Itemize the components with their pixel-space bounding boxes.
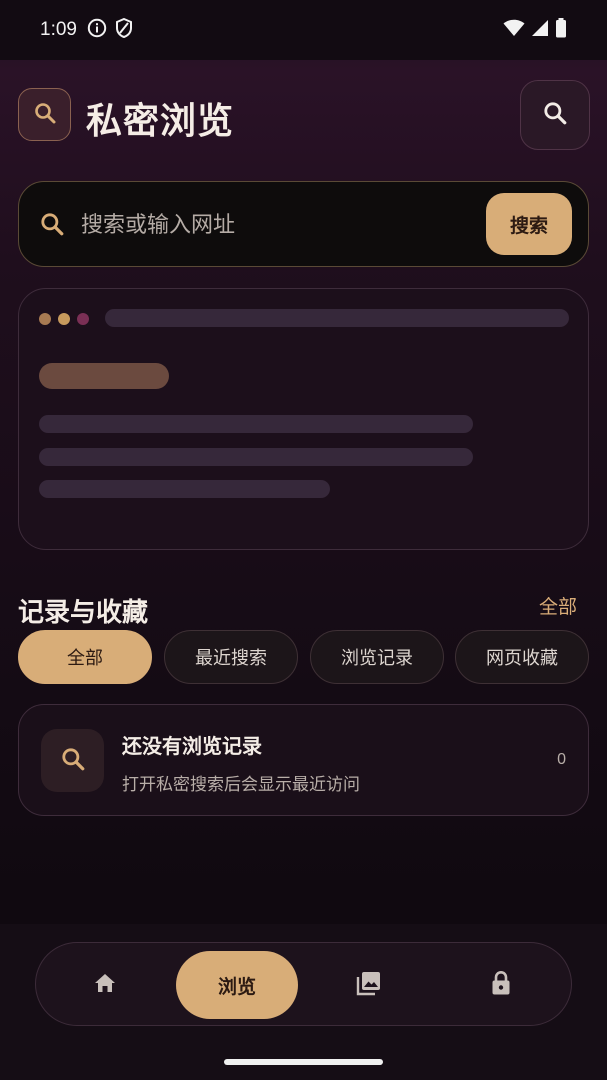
filter-chips: 全部 最近搜索 浏览记录 网页收藏: [18, 630, 589, 684]
nav-browse-label: 浏览: [217, 975, 256, 998]
signal-icon: [531, 19, 549, 41]
app-logo: [18, 88, 71, 141]
skeleton-address-bar: [105, 309, 569, 327]
lock-icon: [490, 970, 512, 1000]
nav-gallery[interactable]: [308, 951, 430, 1019]
skeleton-line: [39, 415, 473, 433]
empty-history-card[interactable]: 还没有浏览记录 打开私密搜索后会显示最近访问 0: [18, 704, 589, 816]
window-dot-3: [77, 313, 89, 325]
window-dot-2: [58, 313, 70, 325]
nav-lock[interactable]: [440, 951, 562, 1019]
skeleton-line: [39, 480, 330, 498]
empty-subtitle: 打开私密搜索后会显示最近访问: [122, 775, 360, 795]
nav-home[interactable]: [44, 951, 166, 1019]
bottom-nav: 浏览: [35, 942, 572, 1026]
search-icon: [542, 100, 568, 130]
view-all-link[interactable]: 全部: [539, 592, 577, 619]
skeleton-line: [39, 448, 473, 466]
battery-icon: [555, 18, 567, 42]
shield-icon: [115, 17, 133, 42]
header-search-button[interactable]: [520, 80, 590, 150]
search-icon: [33, 101, 57, 129]
wifi-icon: [503, 19, 525, 41]
chip-recent-searches[interactable]: 最近搜索: [164, 630, 298, 684]
browser-preview-card: [18, 288, 589, 550]
home-icon: [93, 972, 117, 998]
section-title: 记录与收藏: [18, 598, 149, 628]
chip-bookmarks[interactable]: 网页收藏: [455, 630, 589, 684]
status-time: 1:09: [40, 19, 77, 40]
search-button[interactable]: 搜索: [486, 193, 572, 255]
window-dot-1: [39, 313, 51, 325]
info-icon: [87, 18, 107, 42]
home-indicator[interactable]: [224, 1059, 383, 1065]
search-input[interactable]: [81, 204, 471, 246]
search-icon: [60, 746, 86, 776]
record-icon-box: [41, 729, 104, 792]
skeleton-heading: [39, 363, 169, 389]
record-count: 0: [557, 751, 566, 768]
empty-title: 还没有浏览记录: [122, 734, 262, 758]
nav-browse[interactable]: 浏览: [176, 951, 298, 1019]
status-bar: 1:09: [0, 0, 607, 60]
chip-history[interactable]: 浏览记录: [310, 630, 444, 684]
header: 私密浏览: [18, 80, 590, 150]
page-title: 私密浏览: [86, 101, 235, 142]
gallery-icon: [356, 970, 382, 1000]
search-icon: [39, 211, 65, 241]
chip-all[interactable]: 全部: [18, 630, 152, 684]
search-bar: 搜索: [18, 181, 589, 267]
